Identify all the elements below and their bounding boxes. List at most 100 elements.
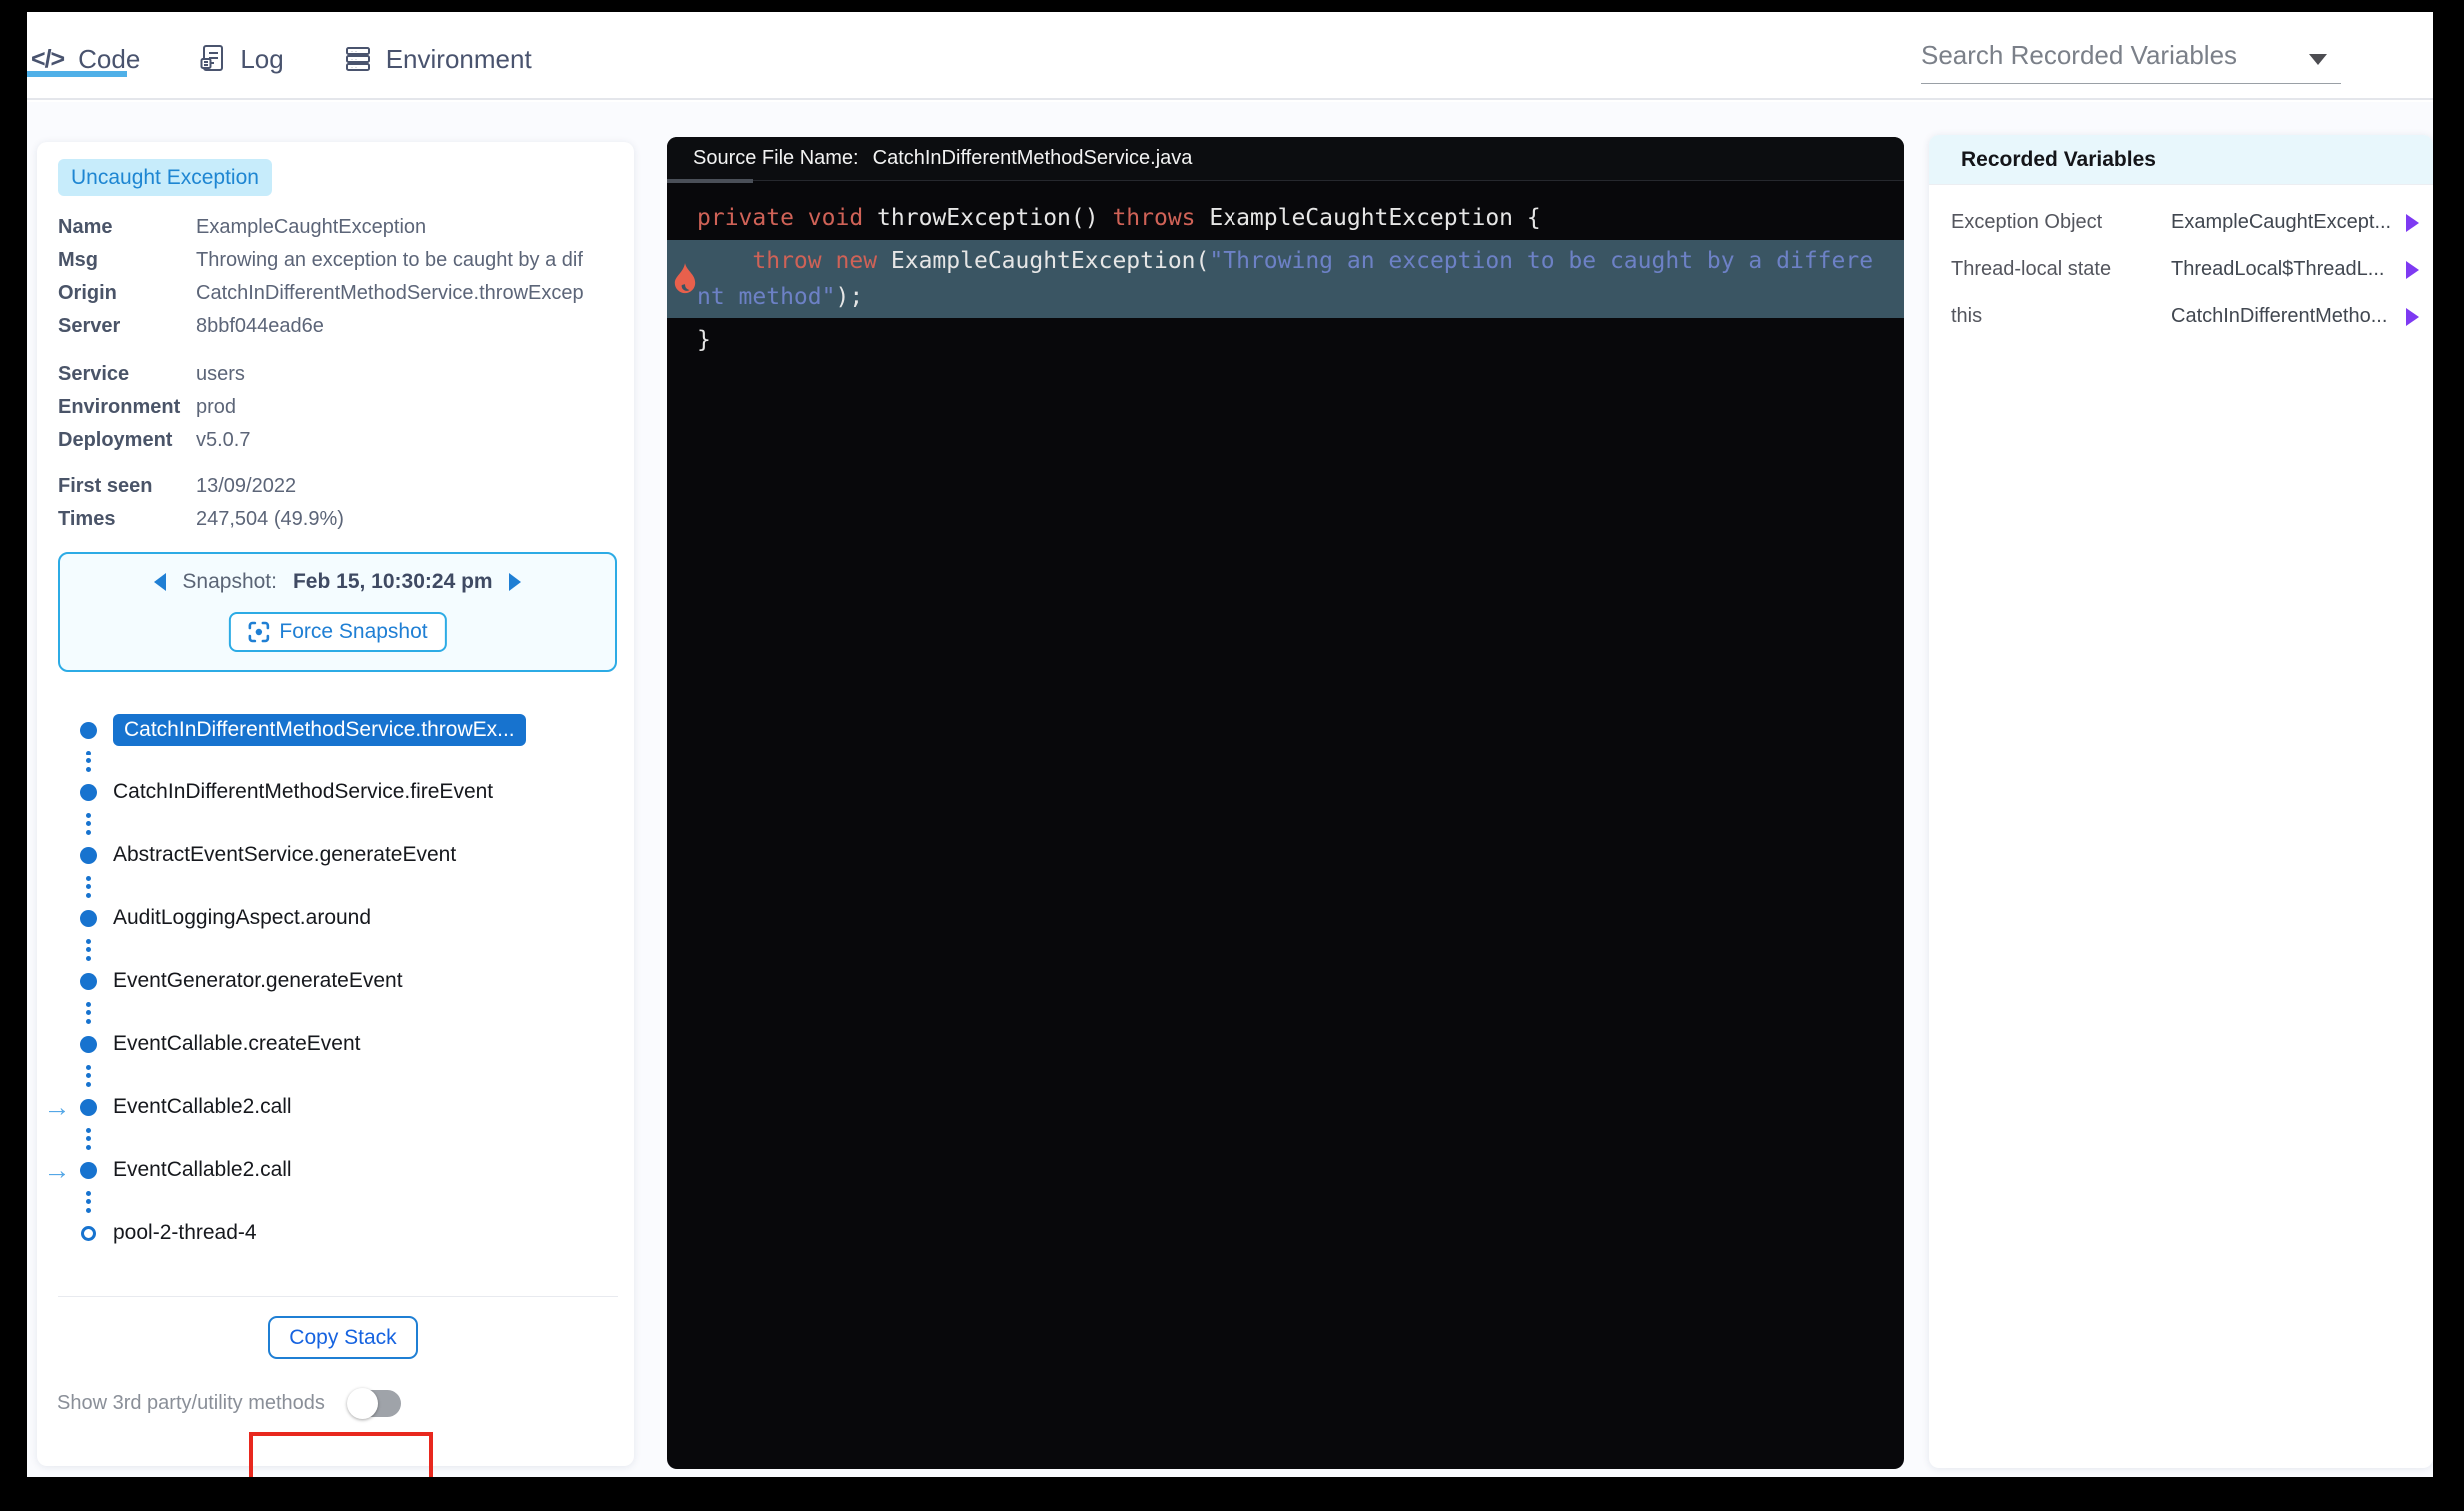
frame-marker-icon xyxy=(77,783,99,801)
occurrence-group: First seen 13/09/2022 Times 247,504 (49.… xyxy=(58,470,624,536)
msg-label: Msg xyxy=(58,249,98,271)
stack-frame[interactable]: CatchInDifferentMethodService.fireEvent xyxy=(37,775,634,809)
third-party-toggle[interactable] xyxy=(346,1387,401,1419)
code-lines: private void throwException() throws Exa… xyxy=(667,181,1904,358)
exception-identity-group: Name ExampleCaughtException Msg Throwing… xyxy=(58,211,624,343)
snapshot-timestamp: Feb 15, 10:30:24 pm xyxy=(292,570,493,593)
recorded-variables-header: Recorded Variables xyxy=(1929,135,2433,185)
code-viewer: Source File Name: CatchInDifferentMethod… xyxy=(667,137,1904,1469)
stack-frame-label: AbstractEventService.generateEvent xyxy=(113,843,457,866)
variable-row[interactable]: this CatchInDifferentMetho... xyxy=(1929,293,2433,340)
exception-fire-icon[interactable] xyxy=(671,262,699,296)
stack-frame-label: EventCallable2.call xyxy=(113,1095,292,1118)
stack-frame[interactable]: pool-2-thread-4 xyxy=(37,1216,634,1250)
origin-value: CatchInDifferentMethodService.throwExcep xyxy=(196,282,584,304)
current-frame-arrow-icon: → xyxy=(43,1155,71,1185)
code-text: ExampleCaughtException( xyxy=(877,248,1210,274)
chevron-down-icon xyxy=(2309,54,2327,65)
stack-frame[interactable]: EventCallable.createEvent xyxy=(37,1027,634,1061)
stack-frame[interactable]: AbstractEventService.generateEvent xyxy=(37,838,634,872)
frame-marker-icon xyxy=(77,846,99,864)
frame-marker-icon xyxy=(77,1161,99,1179)
toggle-knob xyxy=(346,1387,378,1419)
content-area: Uncaught Exception Name ExampleCaughtExc… xyxy=(27,102,2433,1477)
service-label: Service xyxy=(58,363,130,385)
first-seen-value: 13/09/2022 xyxy=(196,475,297,497)
search-placeholder: Search Recorded Variables xyxy=(1921,40,2238,70)
deployment-label: Deployment xyxy=(58,429,173,451)
stack-frame-label: AuditLoggingAspect.around xyxy=(113,906,372,929)
row-environment: Environment prod xyxy=(58,391,624,424)
msg-value: Throwing an exception to be caught by a … xyxy=(196,249,583,271)
variable-row[interactable]: Thread-local state ThreadLocal$ThreadL... xyxy=(1929,246,2433,293)
third-party-toggle-label: Show 3rd party/utility methods xyxy=(57,1391,325,1414)
deployment-group: Service users Environment prod Deploymen… xyxy=(58,358,624,457)
copy-stack-button[interactable]: Copy Stack xyxy=(268,1316,418,1359)
stack-frame[interactable]: AuditLoggingAspect.around xyxy=(37,901,634,935)
stack-connector xyxy=(77,1187,99,1216)
variable-row[interactable]: Exception Object ExampleCaughtExcept... xyxy=(1929,199,2433,246)
server-value: 8bbf044ead6e xyxy=(196,315,324,337)
stack-frame[interactable]: → EventCallable2.call xyxy=(37,1153,634,1187)
code-text: ExampleCaughtException { xyxy=(1195,205,1541,231)
expand-variable-icon[interactable] xyxy=(2406,260,2419,279)
divider xyxy=(58,1296,618,1297)
frame-marker-icon xyxy=(77,972,99,990)
variable-name: Exception Object xyxy=(1951,211,2103,233)
name-value: ExampleCaughtException xyxy=(196,216,427,238)
code-keyword: throw xyxy=(752,248,822,274)
code-line-highlighted: throw new ExampleCaughtException("Throwi… xyxy=(667,240,1904,318)
times-value: 247,504 (49.9%) xyxy=(196,508,344,530)
variable-value: CatchInDifferentMetho... xyxy=(2171,305,2388,327)
snapshot-previous-icon[interactable] xyxy=(154,573,167,591)
stack-frame-label: pool-2-thread-4 xyxy=(113,1221,257,1244)
code-header: Source File Name: CatchInDifferentMethod… xyxy=(667,137,1904,181)
stack-frame[interactable]: EventGenerator.generateEvent xyxy=(37,964,634,998)
times-label: Times xyxy=(58,508,116,530)
stack-connector xyxy=(77,872,99,901)
tab-environment[interactable]: Environment xyxy=(344,36,532,75)
stack-frame-label: EventGenerator.generateEvent xyxy=(113,969,403,992)
stack-list: CatchInDifferentMethodService.throwEx...… xyxy=(37,713,634,1250)
first-seen-label: First seen xyxy=(58,475,153,497)
stack-frame[interactable]: → EventCallable2.call xyxy=(37,1090,634,1124)
row-service: Service users xyxy=(58,358,624,391)
code-text: ); xyxy=(835,284,864,310)
force-snapshot-button[interactable]: Force Snapshot xyxy=(228,612,447,652)
code-keyword: void xyxy=(807,205,864,231)
deployment-value: v5.0.7 xyxy=(196,429,251,451)
snapshot-next-icon[interactable] xyxy=(508,573,521,591)
search-recorded-variables-dropdown[interactable]: Search Recorded Variables xyxy=(1921,40,2341,84)
name-label: Name xyxy=(58,216,113,238)
stack-frame-label: CatchInDifferentMethodService.throwEx... xyxy=(113,714,526,746)
code-line: private void throwException() throws Exa… xyxy=(667,200,1904,236)
frame-marker-icon xyxy=(77,909,99,927)
snapshot-prefix: Snapshot: xyxy=(182,570,277,593)
stack-connector xyxy=(77,1124,99,1153)
tab-code[interactable]: </> Code xyxy=(27,36,140,77)
variable-name: Thread-local state xyxy=(1951,258,2112,280)
force-snapshot-label: Force Snapshot xyxy=(279,620,428,643)
thread-marker-icon xyxy=(77,1225,99,1241)
stack-frame[interactable]: CatchInDifferentMethodService.throwEx... xyxy=(37,713,634,747)
variable-name: this xyxy=(1951,305,1983,327)
stack-connector xyxy=(77,809,99,838)
frame-marker-icon xyxy=(77,721,99,739)
stack-connector xyxy=(77,747,99,775)
search-underline xyxy=(1921,83,2341,84)
app-window: </> Code Log Environment Search Recorded… xyxy=(27,12,2433,1477)
current-frame-arrow-icon: → xyxy=(43,1092,71,1122)
expand-variable-icon[interactable] xyxy=(2406,213,2419,232)
environment-value: prod xyxy=(196,396,237,418)
third-party-toggle-row: Show 3rd party/utility methods xyxy=(57,1387,401,1419)
row-server: Server 8bbf044ead6e xyxy=(58,310,624,343)
tab-log[interactable]: Log xyxy=(200,36,284,75)
code-keyword: private xyxy=(697,205,794,231)
tab-bar: </> Code Log Environment Search Recorded… xyxy=(27,12,2433,100)
row-times: Times 247,504 (49.9%) xyxy=(58,503,624,536)
variable-value: ThreadLocal$ThreadL... xyxy=(2171,258,2385,280)
expand-variable-icon[interactable] xyxy=(2406,307,2419,326)
